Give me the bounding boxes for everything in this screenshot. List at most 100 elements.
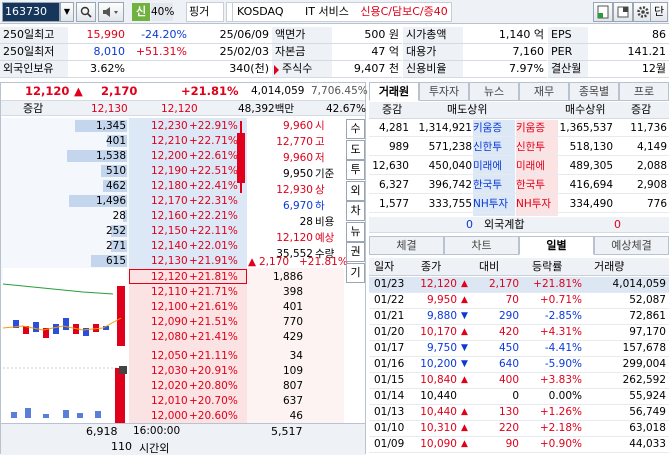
buy-broker[interactable]: 키움증 [516,120,545,136]
amount-pct: 42.67% [326,103,367,115]
broker-tab-0[interactable]: 거래원 [369,82,419,101]
bid-price[interactable]: 12,000 [151,408,188,424]
daily-row[interactable]: 01/23 12,120 ▲ 2,170 +21.81% 4,014,059 [369,277,669,293]
daily-row[interactable]: 01/16 10,200 ▼ 640 -5.90% 299,004 [369,357,669,373]
bid-qty-bar [248,365,252,377]
daily-close: 10,200 [420,358,457,370]
daily-row[interactable]: 01/17 9,750 ▼ 450 -4.41% 157,678 [369,341,669,357]
bid-qty-bar [248,331,262,343]
single-view-button[interactable]: 단 [650,2,668,22]
bid-rate: +21.11% [189,350,238,362]
daily-tab-3[interactable]: 예상체결 [594,236,669,255]
bid-price[interactable]: 12,020 [151,378,188,394]
daily-row[interactable]: 01/15 10,840 ▲ 400 +3.83% 262,592 [369,373,669,389]
bid-price[interactable]: 12,080 [151,329,188,345]
broker-tab-5[interactable]: 프로 [619,82,669,101]
sell-broker[interactable]: 미래에 [473,158,502,174]
daily-row[interactable]: 01/10 10,310 ▲ 220 +2.18% 63,018 [369,421,669,437]
side-tab-4[interactable]: 차 [346,201,365,221]
credit-label: 신용C/담보C/증40 [360,5,448,18]
daily-row[interactable]: 01/14 10,440 0 0.00% 55,924 [369,389,669,405]
bid-rate: +20.60% [189,410,238,422]
daily-close: 12,120 [420,278,457,290]
side-tab-7[interactable]: 기 [346,262,365,283]
buy-broker[interactable]: NH투자 [516,196,551,212]
per-value: 141.21 [588,44,669,61]
bid-price[interactable]: 12,110 [151,284,188,300]
bid-qty: 109 [282,365,303,377]
broker-tab-3[interactable]: 재무 [519,82,569,101]
col-change: 대비 [479,260,500,273]
sell-broker[interactable]: NH투자 [473,196,508,212]
daily-row[interactable]: 01/13 10,440 ▲ 130 +1.26% 56,749 [369,405,669,421]
broker-row: 4,281 1,314,921 키움증 키움증 1,365,537 11,736 [369,120,669,137]
buy-broker[interactable]: 신한투 [516,139,545,155]
daily-tab-1[interactable]: 차트 [444,236,519,255]
up-arrow-icon: ▲ [74,84,83,98]
foreign-sell-total: 0 [466,218,473,231]
buy-qty: 334,490 [569,198,613,210]
bid-qty: 1,886 [272,271,303,283]
sell-broker[interactable]: 한국투 [473,177,502,193]
trade-amount: 48,392백만 [238,103,295,115]
side-tab-0[interactable]: 수 [346,119,365,139]
volume-bar [77,413,83,418]
broker-row: 989 571,238 신한투 신한투 518,130 4,149 [369,139,669,156]
bid-qty-bar [248,380,274,392]
daily-row[interactable]: 01/22 9,950 ▲ 70 +0.71% 52,087 [369,293,669,309]
stock-info-grid: 250일최고 15,990 -24.20% 25/06/09 액면가 500 원… [0,25,669,80]
bid-rate: +20.70% [189,395,238,407]
daily-row[interactable]: 01/09 10,090 ▲ 90 +0.90% 44,033 [369,437,669,453]
side-info-key: 저 [315,152,325,164]
daily-row[interactable]: 01/21 9,880 ▼ 290 -2.85% 72,861 [369,309,669,325]
up-triangle-icon: ▲ [461,439,468,449]
daily-volume: 63,018 [629,422,666,434]
sell-qty: 450,040 [428,160,472,172]
bid-price[interactable]: 12,120 [151,269,188,285]
daily-rate: +0.71% [539,294,582,306]
speaker-icon[interactable] [98,2,124,22]
daily-tab-2[interactable]: 일별 [519,236,594,255]
bid-price[interactable]: 12,100 [151,299,188,315]
low-250-value: 8,010 [68,44,128,61]
chart-close-icon[interactable] [119,366,127,374]
side-tab-1[interactable]: 도 [346,139,365,160]
bid-price[interactable]: 12,050 [151,348,188,364]
buy-broker[interactable]: 한국투 [516,177,545,193]
sell-qty: 571,238 [428,141,472,153]
sell-broker[interactable]: 신한투 [473,139,502,155]
daily-date: 01/16 [374,358,405,370]
sell-broker[interactable]: 키움증 [473,120,502,136]
broker-tab-1[interactable]: 투자자 [419,82,469,101]
side-tab-3[interactable]: 외 [346,180,365,201]
daily-close: 9,750 [426,342,457,354]
search-icon[interactable] [76,2,96,22]
candle [53,324,59,334]
stock-code-input[interactable]: 163730 [2,2,60,22]
daily-tab-0[interactable]: 체결 [369,236,444,255]
bid-qty: 429 [282,331,303,343]
col-rate: 등락률 [532,260,563,273]
bid-price[interactable]: 12,010 [151,393,188,409]
side-tab-5[interactable]: 뉴 [346,221,365,242]
broker-tab-4[interactable]: 종목별 [569,82,619,101]
side-tab-2[interactable]: 투 [346,160,365,180]
bid-rate: +20.80% [189,380,238,392]
window-icon[interactable] [613,2,633,22]
side-tab-6[interactable]: 권 [346,242,365,262]
buy-broker[interactable]: 미래에 [516,158,545,174]
page-icon[interactable] [593,2,613,22]
side-info-row: 9,960 저 [1,150,367,166]
side-info-row: 9,960 시 [1,118,367,134]
market-cap-label: 시가총액 [403,27,463,44]
daily-row[interactable]: 01/20 10,170 ▲ 420 +4.31% 97,170 [369,325,669,341]
toolbar: 163730 ▼ 신 40% 핑거 KOSDAQ IT 서비스 신용C/담보C/… [0,0,669,24]
up-triangle-icon: ▲ [461,423,468,433]
sell-qty: 396,742 [428,179,472,191]
bid-price[interactable]: 12,030 [151,363,188,379]
stock-name: 핑거 [186,2,224,22]
code-dropdown-icon[interactable]: ▼ [60,2,74,22]
broker-tab-2[interactable]: 뉴스 [469,82,519,101]
bid-price[interactable]: 12,090 [151,314,188,330]
side-info-value: 6,970 [282,200,313,212]
